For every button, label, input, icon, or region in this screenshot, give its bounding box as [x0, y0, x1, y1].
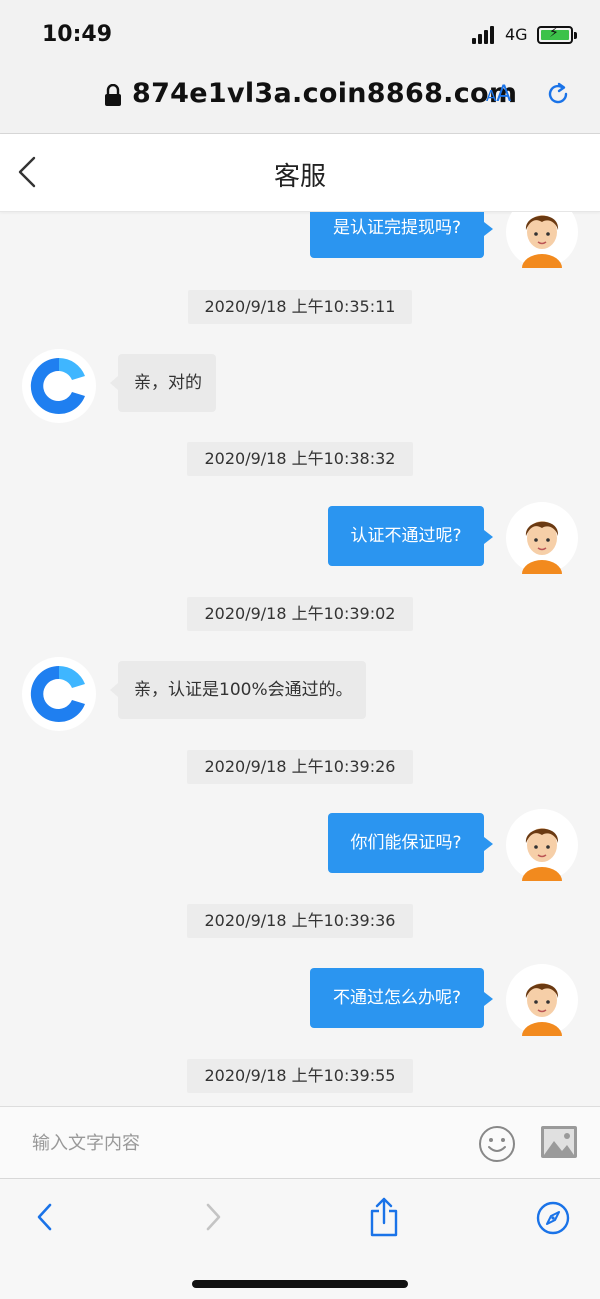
message-timestamp: 2020/9/18 上午10:39:02: [187, 597, 413, 631]
reload-icon[interactable]: [544, 80, 572, 108]
battery-tip: [574, 32, 577, 39]
user-avatar: [506, 964, 578, 1036]
message-input-bar: [0, 1106, 600, 1178]
sent-message: 不通过怎么办呢?: [310, 968, 493, 1028]
back-icon[interactable]: [32, 1199, 58, 1235]
message-timestamp: 2020/9/18 上午10:39:55: [187, 1059, 413, 1093]
text-size-icon[interactable]: AA: [486, 82, 511, 107]
browser-url-bar: 874e1vl3a.coin8868.com AA: [0, 70, 600, 134]
user-avatar: [506, 212, 578, 268]
image-icon[interactable]: [540, 1125, 578, 1159]
chat-area[interactable]: 是认证完提现吗? 2020/9/18 上午10:35:11 亲，对的 2020/…: [0, 212, 600, 1106]
message-timestamp: 2020/9/18 上午10:38:32: [187, 442, 413, 476]
message-timestamp: 2020/9/18 上午10:39:26: [187, 750, 413, 784]
nav-header: 客服: [0, 134, 600, 212]
home-indicator: [192, 1280, 408, 1288]
network-type: 4G: [505, 25, 528, 44]
user-avatar: [506, 809, 578, 881]
emoji-icon[interactable]: [478, 1125, 516, 1163]
status-time: 10:49: [42, 22, 113, 47]
message-timestamp: 2020/9/18 上午10:39:36: [187, 904, 413, 938]
customer-service-avatar: [22, 657, 96, 731]
message-timestamp: 2020/9/18 上午10:35:11: [188, 290, 412, 324]
forward-icon[interactable]: [200, 1199, 226, 1235]
sent-message: 你们能保证吗?: [328, 813, 493, 873]
compass-icon[interactable]: [536, 1201, 570, 1235]
signal-icon: [472, 26, 498, 44]
message-input[interactable]: [32, 1127, 452, 1159]
lock-icon: [105, 84, 121, 106]
status-bar: 10:49 4G ⚡: [0, 0, 600, 70]
sent-message: 认证不通过呢?: [328, 506, 493, 566]
battery-icon: ⚡: [537, 25, 573, 44]
customer-service-avatar: [22, 349, 96, 423]
sent-message: 是认证完提现吗?: [310, 212, 493, 258]
received-message: 亲，认证是100%会通过的。: [110, 661, 366, 719]
received-message: 亲，对的: [110, 354, 216, 412]
page-title: 客服: [273, 162, 326, 192]
share-icon[interactable]: [368, 1197, 400, 1237]
url-text[interactable]: 874e1vl3a.coin8868.com: [132, 78, 517, 109]
user-avatar: [506, 502, 578, 574]
